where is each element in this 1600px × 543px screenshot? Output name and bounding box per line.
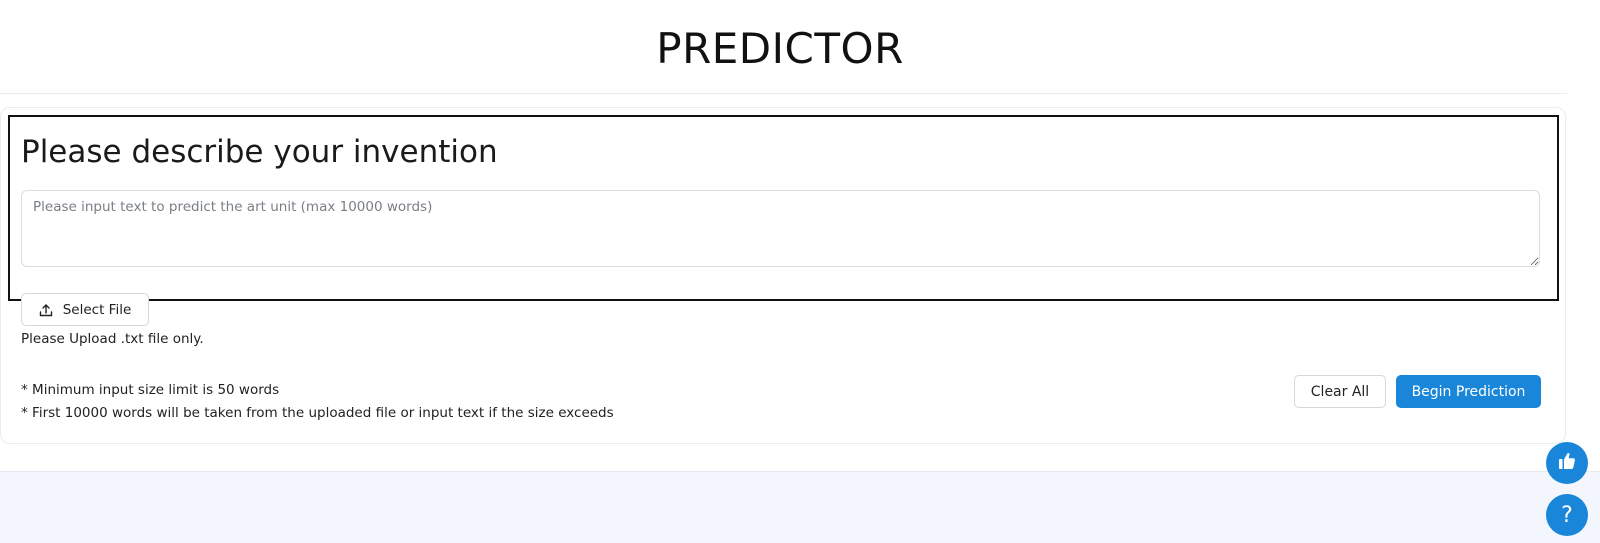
page-footer-area [0, 471, 1600, 543]
question-icon: ? [1561, 502, 1573, 528]
invention-text-input[interactable] [21, 190, 1540, 267]
begin-prediction-button[interactable]: Begin Prediction [1396, 375, 1541, 408]
section-heading: Please describe your invention [21, 134, 498, 170]
note-min-size: * Minimum input size limit is 50 words [21, 382, 280, 398]
note-max-words: * First 10000 words will be taken from t… [21, 404, 614, 421]
thumbs-up-icon [1557, 451, 1577, 475]
input-notes: * Minimum input size limit is 50 words *… [21, 379, 614, 424]
help-button[interactable]: ? [1546, 494, 1588, 536]
feedback-like-button[interactable] [1546, 442, 1588, 484]
upload-note: Please Upload .txt file only. [21, 331, 204, 347]
title-divider [0, 93, 1567, 94]
page-title: PREDICTOR [656, 24, 904, 73]
upload-icon [39, 303, 53, 317]
select-file-label: Select File [62, 301, 132, 318]
select-file-button[interactable]: Select File [21, 293, 149, 326]
clear-all-button[interactable]: Clear All [1294, 375, 1386, 408]
